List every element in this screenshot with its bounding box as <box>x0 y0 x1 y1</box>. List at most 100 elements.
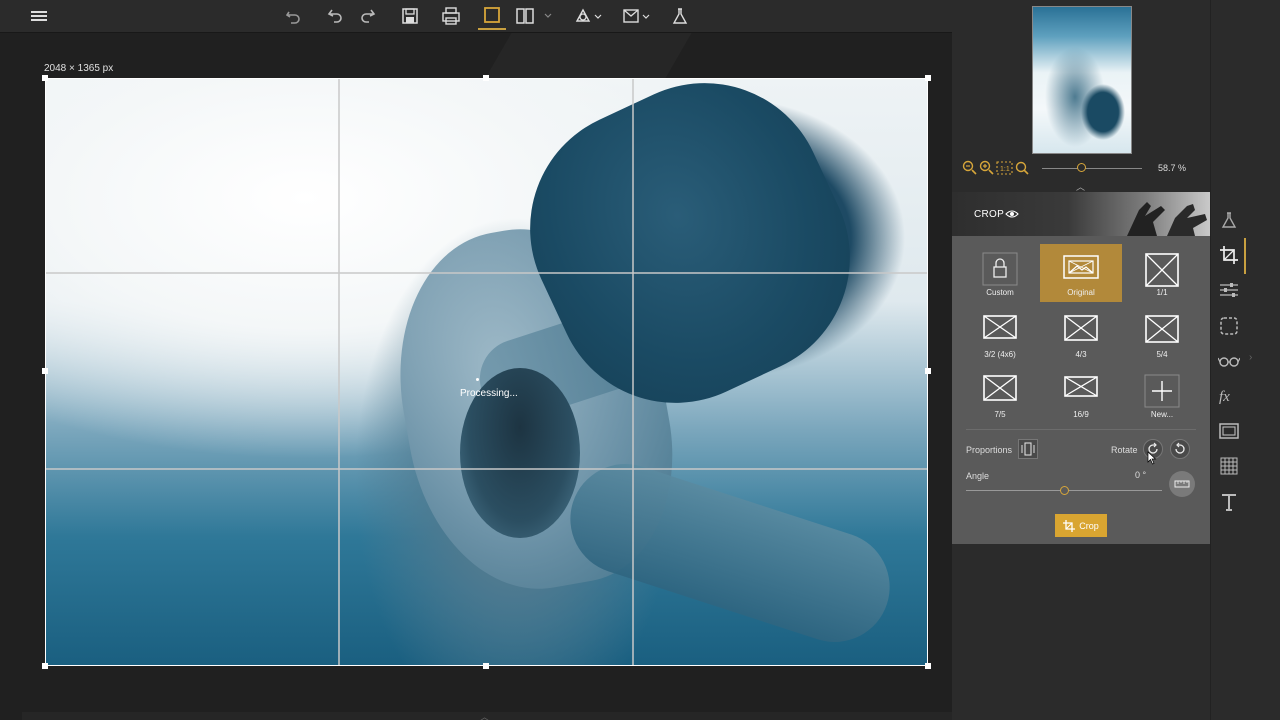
crop-settings: Custom Original 1/1 3/2 (4x6) 4/3 5/4 7/… <box>952 236 1210 544</box>
crop-handle-bottom-left[interactable] <box>42 663 48 669</box>
svg-text:fx: fx <box>1219 389 1230 405</box>
ratio-icon <box>1144 314 1180 349</box>
rotate-label: Rotate <box>1111 445 1138 455</box>
lock-icon <box>982 252 1018 291</box>
frame-icon[interactable] <box>1217 419 1241 443</box>
chevron-right-icon[interactable]: › <box>1249 352 1252 363</box>
grid-icon[interactable] <box>1217 454 1241 478</box>
chevron-up-icon[interactable]: ︿ <box>480 710 489 720</box>
zoom-out-icon[interactable] <box>962 160 978 181</box>
crop-title: CROP <box>974 209 1005 220</box>
image-canvas[interactable]: 2048 × 1365 px Processing... <box>0 33 952 720</box>
crop-frame[interactable] <box>45 78 928 666</box>
right-panel: 1:1 58.7 % ︿ CROP Custom Original 1/1 3/… <box>952 0 1210 720</box>
processing-spinner <box>476 378 479 381</box>
zoom-in-icon[interactable] <box>979 160 995 181</box>
angle-slider-knob[interactable] <box>1060 486 1069 495</box>
single-view-icon[interactable] <box>478 2 506 30</box>
crop-handle-right[interactable] <box>925 368 931 374</box>
preset-1-1[interactable]: 1/1 <box>1122 244 1202 302</box>
selection-icon[interactable] <box>1217 314 1241 338</box>
ratio-icon <box>1063 374 1099 405</box>
print-icon[interactable] <box>440 2 462 30</box>
ratio-icon <box>982 374 1018 409</box>
crop-handle-top[interactable] <box>483 75 489 81</box>
ratio-icon <box>1144 252 1180 293</box>
preset-label: 4/3 <box>1075 350 1087 359</box>
app-window: 2048 × 1365 px Processing... ︿ 1:1 58.7 … <box>0 0 1280 720</box>
mouse-cursor-icon <box>1147 451 1157 465</box>
undo-all-icon[interactable] <box>282 2 304 30</box>
zoom-actual-size-icon[interactable]: 1:1 <box>996 160 1014 181</box>
fx-icon[interactable]: fx <box>1217 384 1241 408</box>
crop-handle-top-left[interactable] <box>42 75 48 81</box>
preset-label: Custom <box>986 288 1014 297</box>
preset-new[interactable]: New... <box>1122 366 1202 424</box>
zoom-percent: 58.7 % <box>1158 163 1187 173</box>
undo-icon[interactable] <box>324 2 346 30</box>
angle-label: Angle <box>966 471 990 481</box>
preset-3-2[interactable]: 3/2 (4x6) <box>960 306 1040 364</box>
processing-text: Processing... <box>460 388 518 399</box>
crop-handle-top-right[interactable] <box>925 75 931 81</box>
preset-16-9[interactable]: 16/9 <box>1041 366 1121 424</box>
export-icon[interactable] <box>620 2 652 30</box>
chevron-down-icon[interactable] <box>542 2 554 30</box>
lab-icon[interactable] <box>669 2 691 30</box>
proportions-toggle[interactable] <box>1018 439 1038 459</box>
crop-icon[interactable] <box>1217 243 1241 267</box>
svg-text:1:1: 1:1 <box>1000 166 1010 173</box>
preset-label: 7/5 <box>994 410 1006 419</box>
zoom-fit-icon[interactable] <box>1014 160 1030 181</box>
active-tool-indicator <box>1244 238 1246 274</box>
preset-label: 5/4 <box>1156 350 1168 359</box>
preset-5-4[interactable]: 5/4 <box>1122 306 1202 364</box>
glasses-icon[interactable] <box>1217 349 1241 373</box>
preset-7-5[interactable]: 7/5 <box>960 366 1040 424</box>
crop-button-label: Crop <box>1079 520 1099 531</box>
zoom-slider-knob[interactable] <box>1077 163 1086 172</box>
plus-icon <box>1144 374 1180 413</box>
angle-reset-button[interactable] <box>1169 471 1195 497</box>
crop-header: CROP <box>952 192 1210 236</box>
preset-label: New... <box>1150 410 1174 419</box>
eye-icon[interactable] <box>1005 207 1019 225</box>
proportions-icon <box>1021 442 1035 456</box>
adjust-sliders-icon[interactable] <box>1217 278 1241 302</box>
image-dimensions: 2048 × 1365 px <box>44 63 114 74</box>
zoom-controls: 1:1 58.7 % <box>962 160 1202 178</box>
crop-handle-bottom[interactable] <box>483 663 489 669</box>
compare-view-icon[interactable] <box>514 2 536 30</box>
top-toolbar <box>0 0 952 33</box>
divider <box>966 429 1196 430</box>
preset-label: 16/9 <box>1073 410 1089 419</box>
preset-label: 3/2 (4x6) <box>984 350 1016 359</box>
preset-4-3[interactable]: 4/3 <box>1041 306 1121 364</box>
proportions-label: Proportions <box>966 445 1013 455</box>
preset-label: 1/1 <box>1156 288 1168 297</box>
text-icon[interactable] <box>1217 490 1241 514</box>
ruler-icon <box>1174 480 1190 488</box>
preset-custom[interactable]: Custom <box>960 244 1040 302</box>
crop-handle-left[interactable] <box>42 368 48 374</box>
crop-icon <box>1063 519 1076 532</box>
tools-sidebar: › fx <box>1210 0 1280 720</box>
redo-icon[interactable] <box>357 2 379 30</box>
preset-label: Original <box>1067 288 1095 297</box>
rotate-right-icon <box>1175 442 1185 454</box>
crop-header-hands-image <box>1127 202 1207 236</box>
preset-original[interactable]: Original <box>1040 244 1122 302</box>
ratio-icon <box>1063 314 1099 349</box>
ratio-icon <box>982 314 1018 347</box>
rotate-right-button[interactable] <box>1170 439 1190 459</box>
save-icon[interactable] <box>399 2 421 30</box>
angle-value: 0 ° <box>1135 470 1147 480</box>
navigator-thumbnail[interactable] <box>1032 6 1132 154</box>
crop-button[interactable]: Crop <box>1055 514 1107 537</box>
zoom-slider-track[interactable] <box>1042 168 1142 169</box>
menu-icon[interactable] <box>28 2 50 30</box>
image-icon <box>1062 252 1100 287</box>
crop-handle-bottom-right[interactable] <box>925 663 931 669</box>
share-icon[interactable] <box>572 2 604 30</box>
lab-icon[interactable] <box>1217 208 1241 232</box>
